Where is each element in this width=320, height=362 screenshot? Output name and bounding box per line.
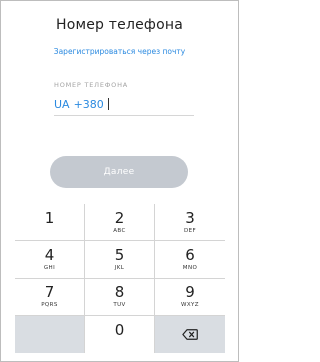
key-digit: 2 [114,208,125,227]
key-letters: MNO [182,264,198,271]
page-title: Номер телефона [55,17,183,33]
key-letters: ABC [113,227,126,234]
phone-field-label: НОМЕР ТЕЛЕФОНА [54,81,129,89]
key-letters: GHI [43,264,56,271]
key-letters: WXYZ [181,302,199,309]
backspace-icon [182,329,198,340]
key-7[interactable]: 7 PQRS [15,278,85,316]
country-code[interactable]: UA [54,98,70,111]
key-digit: 1 [44,208,55,227]
key-3[interactable]: 3 DEF [155,204,225,242]
key-digit: 8 [114,283,125,302]
next-button[interactable]: Далее [50,156,188,188]
key-digit: 6 [185,245,195,264]
key-digit: 5 [114,245,125,264]
key-2[interactable]: 2 ABC [85,204,155,242]
register-via-email-link[interactable]: Зарегистрироваться через почту [1,47,238,56]
phone-registration-screen: Номер телефона Зарегистрироваться через … [0,0,239,362]
key-letters: DEF [183,227,197,234]
key-digit: 7 [44,283,55,302]
key-digit: 3 [185,208,195,227]
key-9[interactable]: 9 WXYZ [155,278,225,316]
key-8[interactable]: 8 TUV [85,278,155,316]
key-5[interactable]: 5 JKL [85,241,155,279]
key-letters: TUV [113,302,126,309]
key-digit: 0 [114,320,125,339]
dial-code: +380 [73,97,104,111]
key-6[interactable]: 6 MNO [155,241,225,279]
key-1[interactable]: 1 [15,204,85,242]
key-blank [15,315,85,353]
text-cursor [107,98,109,110]
key-letters: JKL [114,264,125,271]
key-digit: 9 [185,283,195,302]
key-digit: 4 [44,245,55,264]
phone-input-underline [54,115,194,116]
backspace-key[interactable] [155,315,225,353]
key-0[interactable]: 0 [85,315,155,353]
phone-input[interactable]: UA +380 [54,96,109,112]
numeric-keypad: 1 2 ABC 3 DEF 4 GHI 5 JKL 6 MNO 7 PQRS 8 [15,204,225,353]
key-4[interactable]: 4 GHI [15,241,85,279]
key-letters: PQRS [41,302,58,309]
